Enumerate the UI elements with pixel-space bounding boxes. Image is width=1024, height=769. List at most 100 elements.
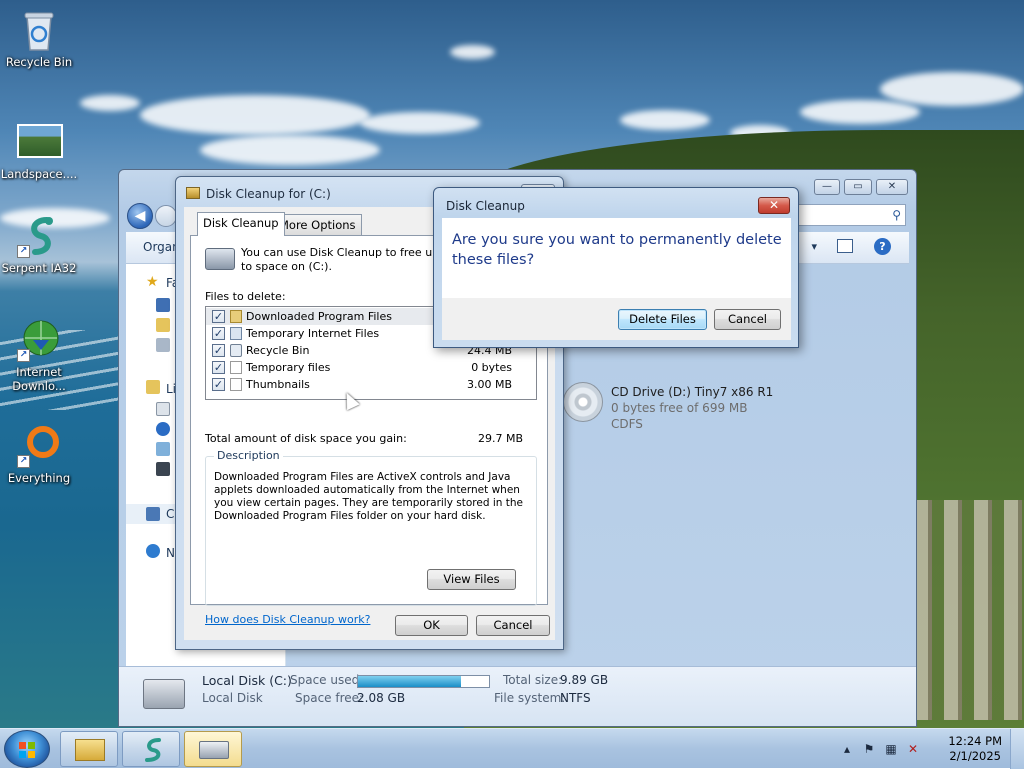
total-size-label: Total size: (503, 673, 563, 687)
status-drive-type: Local Disk (202, 691, 263, 705)
confirm-dialog-title: Disk Cleanup (446, 199, 525, 213)
total-space-label: Total amount of disk space you gain: (205, 432, 407, 445)
action-center-flag-icon[interactable]: ⚑ (862, 742, 876, 756)
documents-library-icon (156, 402, 170, 416)
status-drive-name: Local Disk (C:) (202, 673, 292, 688)
desktop-icon-internet-download[interactable]: ↗ Internet Downlo... (0, 318, 78, 393)
list-item[interactable]: ✓ Thumbnails 3.00 MB (206, 376, 536, 393)
cd-drive-item[interactable]: CD Drive (D:) Tiny7 x86 R1 0 bytes free … (563, 382, 783, 432)
image-file-icon (17, 120, 63, 164)
close-icon[interactable]: ✕ (758, 197, 790, 214)
show-hidden-icons-icon[interactable]: ▴ (840, 742, 854, 756)
cd-drive-name: CD Drive (D:) Tiny7 x86 R1 (611, 385, 774, 399)
volume-muted-icon[interactable]: ✕ (906, 742, 920, 756)
show-desktop-button[interactable] (1010, 729, 1024, 769)
search-input[interactable]: ⚲ (786, 204, 906, 226)
description-group: Description Downloaded Program Files are… (205, 449, 537, 606)
checkbox[interactable]: ✓ (212, 361, 225, 374)
pictures-library-icon (156, 442, 170, 456)
desktop-icon-label: Everything (7, 471, 71, 485)
file-category-name: Temporary Internet Files (246, 327, 380, 340)
back-button[interactable]: ◀ (127, 203, 153, 229)
description-text: Downloaded Program Files are ActiveX con… (214, 471, 523, 522)
desktop-icon-label: Landspace.... (0, 167, 78, 181)
description-label: Description (214, 449, 283, 462)
cloud (450, 45, 495, 59)
help-link[interactable]: How does Disk Cleanup work? (205, 613, 370, 626)
network-icon (146, 544, 160, 558)
ok-button[interactable]: OK (395, 615, 468, 636)
clock[interactable]: 12:24 PM 2/1/2025 (948, 734, 1002, 764)
cd-drive-icon (563, 382, 603, 422)
preview-pane-icon[interactable] (837, 239, 853, 253)
disk-cleanup-title: Disk Cleanup for (C:) (206, 187, 331, 201)
recent-places-icon (156, 338, 170, 352)
confirm-message: Are you sure you want to permanently del… (452, 232, 782, 268)
serpent-icon: ↗ (17, 214, 61, 258)
downloads-folder-icon (156, 318, 170, 332)
files-to-delete-label: Files to delete: (205, 290, 286, 303)
desktop-icon-recycle-bin[interactable]: Recycle Bin (0, 8, 78, 69)
nav-network[interactable]: N (166, 546, 175, 560)
checkbox[interactable]: ✓ (212, 310, 225, 323)
cd-drive-filesystem: CDFS (611, 417, 643, 431)
taskbar: ▴ ⚑ ▦ ✕ 12:24 PM 2/1/2025 (0, 728, 1024, 769)
confirm-message-area: Are you sure you want to permanently del… (442, 218, 791, 298)
desktop-icon-landscape[interactable]: Landspace.... (0, 120, 78, 181)
cancel-button[interactable]: Cancel (476, 615, 550, 636)
forward-button[interactable] (155, 205, 177, 227)
cloud (800, 100, 920, 124)
cloud (80, 95, 140, 111)
help-icon[interactable]: ? (874, 238, 891, 255)
folder-icon (230, 310, 242, 323)
delete-files-button[interactable]: Delete Files (618, 309, 707, 330)
desktop-icon-everything[interactable]: ↗ Everything (0, 424, 78, 485)
taskbar-disk-cleanup-button[interactable] (184, 731, 242, 767)
taskbar-explorer-button[interactable] (60, 731, 118, 767)
computer-icon (146, 507, 160, 521)
local-disk-icon (143, 679, 185, 709)
file-system-label: File system: (494, 691, 566, 705)
file-category-size: 0 bytes (471, 361, 512, 374)
view-files-button[interactable]: View Files (427, 569, 516, 590)
maximize-button[interactable]: ▭ (844, 179, 872, 195)
desktop-folder-icon (156, 298, 170, 312)
desktop-icon-serpent[interactable]: ↗ Serpent IA32 (0, 214, 78, 275)
taskbar-serpent-button[interactable] (122, 731, 180, 767)
system-tray: ▴ ⚑ ▦ ✕ 12:24 PM 2/1/2025 (840, 729, 1024, 769)
clock-date: 2/1/2025 (949, 749, 1001, 763)
disk-cleanup-title-icon (186, 187, 200, 199)
tab-more-options[interactable]: More Options (273, 214, 362, 235)
total-size-value: 9.89 GB (560, 673, 609, 687)
checkbox[interactable]: ✓ (212, 344, 225, 357)
tab-disk-cleanup[interactable]: Disk Cleanup (197, 212, 285, 236)
shortcut-arrow-icon: ↗ (17, 455, 30, 468)
minimize-button[interactable]: — (814, 179, 840, 195)
desktop-icon-label: Internet Downlo... (12, 365, 66, 393)
checkbox[interactable]: ✓ (212, 378, 225, 391)
start-button[interactable] (4, 730, 50, 768)
total-space-value: 29.7 MB (477, 432, 523, 445)
network-icon[interactable]: ▦ (884, 742, 898, 756)
clock-time: 12:24 PM (948, 734, 1002, 748)
shortcut-arrow-icon: ↗ (17, 245, 30, 258)
windows-logo-icon (19, 742, 35, 758)
details-pane: Local Disk (C:) Local Disk Space used: S… (119, 666, 916, 726)
confirm-cancel-button[interactable]: Cancel (714, 309, 781, 330)
nav-computer[interactable]: C (166, 507, 174, 521)
close-button[interactable]: ✕ (876, 179, 908, 195)
videos-library-icon (156, 462, 170, 476)
intro-text: You can use Disk Cleanup to free up to s… (241, 246, 440, 273)
blank-file-icon (230, 361, 242, 374)
checkbox[interactable]: ✓ (212, 327, 225, 340)
space-used-label: Space used: (290, 673, 364, 687)
search-icon: ⚲ (892, 208, 901, 222)
hillside-houses (914, 500, 1024, 720)
internet-files-icon (230, 327, 242, 340)
list-item[interactable]: ✓ Temporary files 0 bytes (206, 359, 536, 376)
view-options-icon[interactable]: ▾ (811, 240, 817, 253)
space-used-bar (357, 675, 490, 688)
file-system-value: NTFS (560, 691, 591, 705)
folder-icon (75, 739, 105, 761)
space-used-bar-fill (358, 676, 462, 687)
